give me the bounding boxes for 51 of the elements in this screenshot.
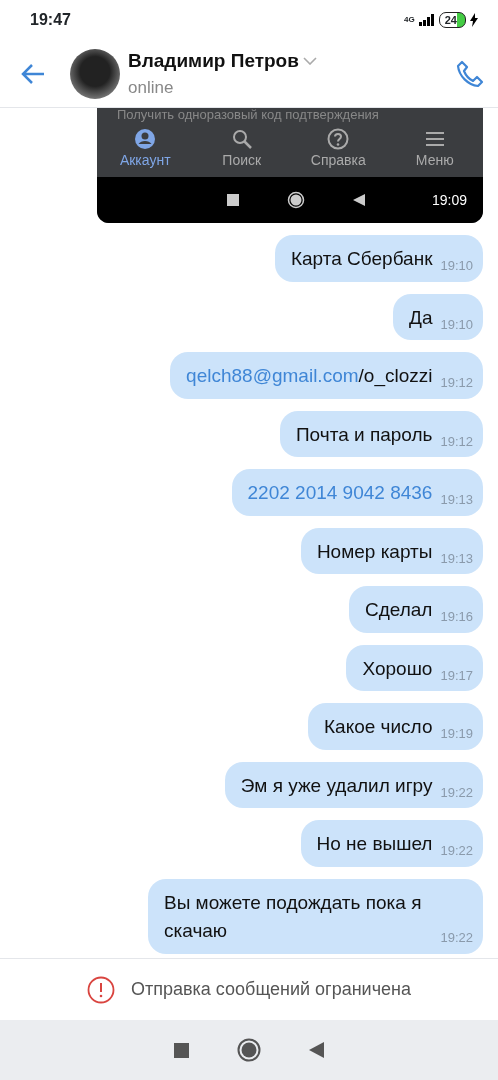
message-text: Но не вышел xyxy=(316,832,433,856)
message-time: 19:19 xyxy=(440,725,473,743)
message-time: 19:16 xyxy=(440,608,473,626)
tab[interactable]: Поиск xyxy=(193,122,290,177)
tab[interactable]: Меню xyxy=(386,122,483,177)
message-time: 19:12 xyxy=(440,432,473,451)
message-text: Сделал xyxy=(364,598,433,622)
square-icon[interactable] xyxy=(174,1042,189,1058)
charging-icon xyxy=(470,13,478,27)
search-icon xyxy=(230,128,253,150)
square-icon xyxy=(227,194,240,206)
network-label: 4G xyxy=(404,14,415,26)
tab[interactable]: Справка xyxy=(290,122,387,177)
alert-icon xyxy=(87,975,115,1004)
help-icon xyxy=(327,128,350,150)
message-text: Номер карты xyxy=(316,539,433,564)
cut-text: Получить одноразовый код подтверждения xyxy=(116,108,380,122)
message-time: 19:13 xyxy=(440,549,473,568)
screenshot-time: 19:09 xyxy=(431,190,467,210)
back-arrow-icon[interactable] xyxy=(20,62,46,85)
account-icon xyxy=(134,128,157,150)
message-text: Да xyxy=(409,305,433,330)
message-text: Почта и пароль xyxy=(295,422,433,447)
message-text: qelch88@gmail.com/o_clozzi xyxy=(186,364,433,389)
message-text: Карта Сбербанк xyxy=(291,247,433,271)
circle-icon xyxy=(287,191,306,209)
message-time: 19:13 xyxy=(440,491,473,509)
contact-name: Владимир Петров xyxy=(128,48,299,73)
restriction-notice: Отправка сообщений ограничена xyxy=(131,978,411,1001)
triangle-icon[interactable] xyxy=(309,1042,324,1058)
avatar xyxy=(70,48,120,99)
message-time: 19:10 xyxy=(440,257,473,275)
circle-icon[interactable] xyxy=(237,1038,261,1062)
message-time: 19:17 xyxy=(440,666,473,685)
contact-status: online xyxy=(128,77,175,99)
message-text: Какое число xyxy=(324,715,433,739)
phone-icon[interactable] xyxy=(456,59,484,88)
message-time: 19:22 xyxy=(440,842,473,860)
message-text: 2202 2014 9042 8436 xyxy=(247,481,433,505)
message-text: Вы можете подождать пока я скачаю xyxy=(164,890,423,943)
message-time: 19:12 xyxy=(440,374,473,392)
message-time: 19:10 xyxy=(440,315,473,334)
tab[interactable]: Аккаунт xyxy=(97,122,194,177)
message-time: 19:22 xyxy=(440,929,473,947)
triangle-icon xyxy=(353,194,366,206)
message-text: Эм я уже удалил игру xyxy=(240,773,433,798)
clock-time: 19:47 xyxy=(30,10,71,30)
message-text: Хорошо xyxy=(362,656,433,681)
message-time: 19:22 xyxy=(440,783,473,802)
battery-level: 24 xyxy=(438,12,466,28)
signal-icon xyxy=(418,14,435,26)
